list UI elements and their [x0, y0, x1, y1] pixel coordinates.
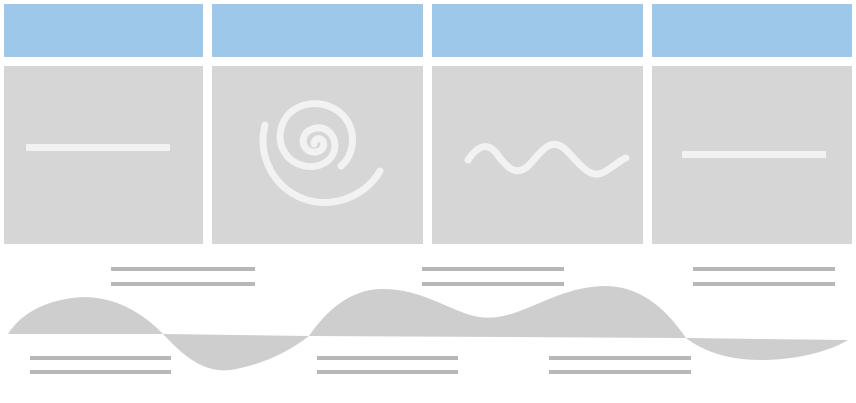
infographic-canvas — [4, 4, 852, 374]
label-line — [422, 267, 564, 271]
column-3-header — [432, 4, 643, 57]
label-line — [422, 282, 564, 286]
straight-line-icon — [682, 151, 826, 158]
column-1-header — [4, 4, 203, 57]
straight-line-icon — [26, 144, 170, 151]
label-line — [549, 370, 691, 374]
label-line — [30, 370, 171, 374]
label-block-3 — [693, 267, 835, 286]
column-3 — [432, 4, 643, 244]
column-4-header — [652, 4, 852, 57]
label-line — [317, 370, 458, 374]
label-line — [111, 282, 255, 286]
label-block-5 — [317, 356, 458, 374]
label-line — [693, 267, 835, 271]
column-4 — [652, 4, 852, 244]
wave-upper-lobe-1 — [8, 297, 163, 334]
label-line — [549, 356, 691, 360]
column-2 — [212, 4, 423, 244]
label-line — [30, 356, 171, 360]
wave-lower-lobe-1 — [163, 334, 309, 371]
label-block-6 — [549, 356, 691, 374]
label-line — [317, 356, 458, 360]
label-line — [111, 267, 255, 271]
label-block-2 — [422, 267, 564, 286]
wave-upper-lobe-2 — [309, 285, 686, 338]
label-block-1 — [111, 267, 255, 286]
label-line — [693, 282, 835, 286]
label-block-4 — [30, 356, 171, 374]
column-1 — [4, 4, 203, 244]
column-1-panel — [4, 66, 203, 244]
column-2-header — [212, 4, 423, 57]
wave-lower-lobe-2 — [686, 338, 848, 360]
